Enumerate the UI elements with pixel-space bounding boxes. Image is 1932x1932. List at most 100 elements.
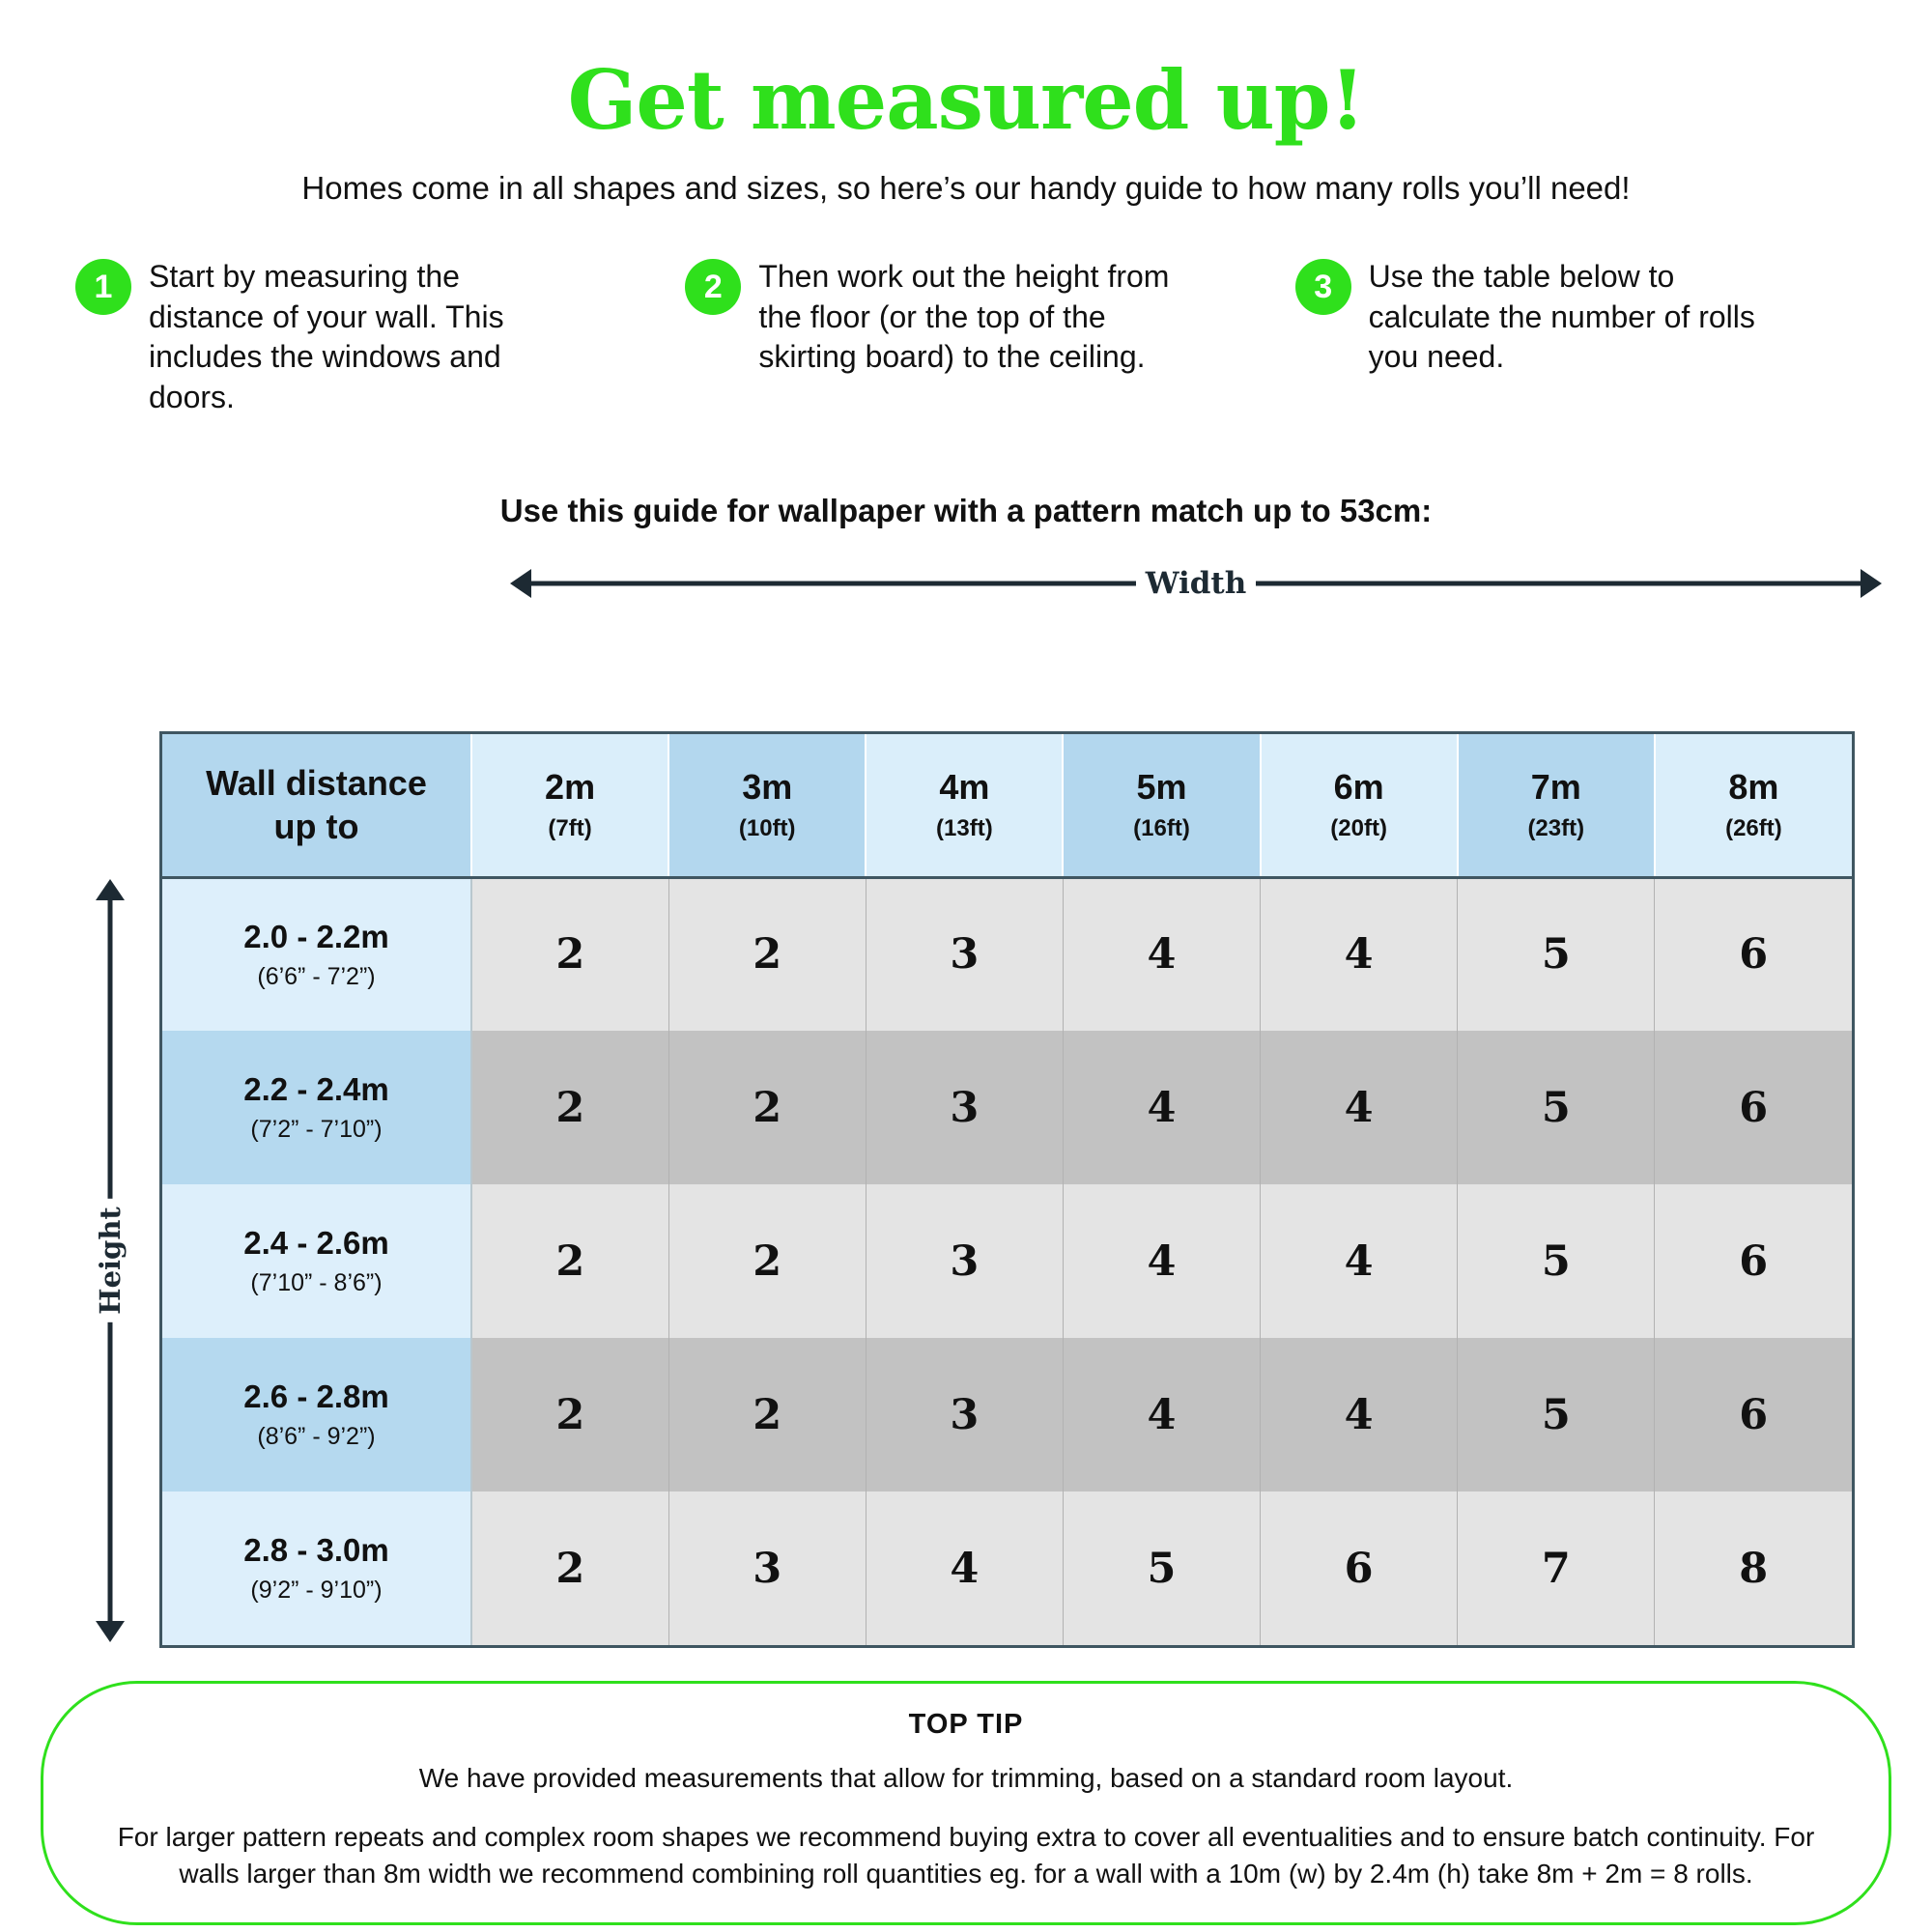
row-header-metric: 2.0 - 2.2m	[243, 918, 389, 954]
column-header-6m: 6m (20ft)	[1260, 734, 1459, 877]
steps-list: 1 Start by measuring the distance of you…	[0, 257, 1932, 417]
arrow-right-icon	[1861, 569, 1882, 599]
cell-r3-c1: 2	[668, 1338, 867, 1492]
cell-r0-c0: 2	[471, 877, 669, 1031]
column-header-imperial: (13ft)	[936, 815, 993, 842]
row-header-imperial: (9’2” - 9’10”)	[250, 1577, 383, 1604]
column-header-metric: 6m	[1333, 767, 1384, 808]
column-header-8m: 8m (26ft)	[1654, 734, 1852, 877]
corner-header-line2: up to	[273, 807, 359, 847]
table-head: Wall distance up to 2m (7ft) 3m (10ft) 4…	[162, 734, 1852, 877]
cell-r2-c2: 3	[866, 1184, 1064, 1338]
cell-r1-c3: 4	[1063, 1031, 1262, 1184]
cell-r4-c5: 7	[1457, 1492, 1656, 1645]
table-row: 2.4 - 2.6m (7’10” - 8’6”) 2 2 3 4 4 5 6	[162, 1184, 1852, 1338]
table-row: 2.8 - 3.0m (9’2” - 9’10”) 2 3 4 5 6 7 8	[162, 1492, 1852, 1645]
cell-r0-c5: 5	[1457, 877, 1656, 1031]
step-number-badge-3: 3	[1294, 259, 1351, 315]
column-header-imperial: (20ft)	[1330, 815, 1387, 842]
column-header-5m: 5m (16ft)	[1063, 734, 1262, 877]
row-header-2.8-3.0m: 2.8 - 3.0m (9’2” - 9’10”)	[162, 1492, 472, 1645]
guide-heading: Use this guide for wallpaper with a patt…	[499, 493, 1433, 529]
cell-r1-c1: 2	[668, 1031, 867, 1184]
row-header-metric: 2.2 - 2.4m	[243, 1071, 389, 1107]
row-header-2.0-2.2m: 2.0 - 2.2m (6’6” - 7’2”)	[162, 877, 472, 1031]
column-header-metric: 3m	[742, 767, 793, 808]
cell-r2-c5: 5	[1457, 1184, 1656, 1338]
width-arrow-icon: Width	[510, 562, 1882, 605]
column-header-2m: 2m (7ft)	[471, 734, 670, 877]
table-corner-header: Wall distance up to	[162, 734, 472, 877]
column-header-metric: 7m	[1530, 767, 1581, 808]
cell-r3-c4: 4	[1260, 1338, 1459, 1492]
cell-r1-c2: 3	[866, 1031, 1064, 1184]
column-header-imperial: (7ft)	[548, 815, 592, 842]
cell-r4-c1: 3	[668, 1492, 867, 1645]
row-header-2.4-2.6m: 2.4 - 2.6m (7’10” - 8’6”)	[162, 1184, 472, 1338]
column-header-metric: 5m	[1136, 767, 1187, 808]
row-header-imperial: (7’10” - 8’6”)	[250, 1269, 383, 1296]
step-text-3: Use the table below to calculate the num…	[1368, 259, 1755, 375]
corner-header-line1: Wall distance	[206, 762, 427, 803]
cell-r2-c3: 4	[1063, 1184, 1262, 1338]
cell-r3-c0: 2	[471, 1338, 669, 1492]
step-item-3: 3 Use the table below to calculate the n…	[1294, 257, 1862, 417]
step-number-badge-1: 1	[75, 259, 131, 315]
column-header-metric: 4m	[939, 767, 990, 808]
row-header-imperial: (7’2” - 7’10”)	[250, 1116, 383, 1143]
page-title: Get measured up!	[567, 52, 1366, 148]
step-text-2: Then work out the height from the floor …	[758, 259, 1170, 375]
cell-r1-c5: 5	[1457, 1031, 1656, 1184]
table-row: 2.2 - 2.4m (7’2” - 7’10”) 2 2 3 4 4 5 6	[162, 1031, 1852, 1184]
table-body: 2.0 - 2.2m (6’6” - 7’2”) 2 2 3 4 4 5 6 2…	[162, 877, 1852, 1645]
top-tip-title: TOP TIP	[908, 1709, 1024, 1740]
column-header-imperial: (10ft)	[738, 815, 796, 842]
cell-r1-c4: 4	[1260, 1031, 1459, 1184]
cell-r1-c0: 2	[471, 1031, 669, 1184]
cell-r0-c2: 3	[866, 877, 1064, 1031]
cell-r2-c6: 6	[1654, 1184, 1852, 1338]
row-header-metric: 2.6 - 2.8m	[243, 1378, 389, 1414]
top-tip-line-2: For larger pattern repeats and complex r…	[117, 1821, 1815, 1889]
row-header-2.2-2.4m: 2.2 - 2.4m (7’2” - 7’10”)	[162, 1031, 472, 1184]
cell-r0-c1: 2	[668, 877, 867, 1031]
page-subtitle: Homes come in all shapes and sizes, so h…	[301, 170, 1631, 206]
cell-r3-c2: 3	[866, 1338, 1064, 1492]
step-item-1: 1 Start by measuring the distance of you…	[75, 257, 642, 417]
cell-r0-c4: 4	[1260, 877, 1459, 1031]
column-header-imperial: (26ft)	[1725, 815, 1782, 842]
column-header-metric: 2m	[545, 767, 596, 808]
infographic-page: Get measured up! Homes come in all shape…	[0, 60, 1932, 1932]
cell-r0-c6: 6	[1654, 877, 1852, 1031]
table-row: 2.6 - 2.8m (8’6” - 9’2”) 2 2 3 4 4 5 6	[162, 1338, 1852, 1492]
top-tip-line-1: We have provided measurements that allow…	[418, 1763, 1514, 1793]
height-axis: Height	[75, 879, 145, 1642]
width-axis-label: Width	[1135, 566, 1257, 602]
column-header-metric: 8m	[1728, 767, 1779, 808]
cell-r4-c3: 5	[1063, 1492, 1262, 1645]
cell-r4-c2: 4	[866, 1492, 1064, 1645]
row-header-imperial: (8’6” - 9’2”)	[257, 1423, 376, 1450]
table-row: 2.0 - 2.2m (6’6” - 7’2”) 2 2 3 4 4 5 6	[162, 877, 1852, 1031]
arrow-down-icon	[96, 1621, 125, 1642]
column-header-imperial: (16ft)	[1133, 815, 1190, 842]
cell-r2-c0: 2	[471, 1184, 669, 1338]
cell-r0-c3: 4	[1063, 877, 1262, 1031]
step-item-2: 2 Then work out the height from the floo…	[685, 257, 1252, 417]
column-header-3m: 3m (10ft)	[668, 734, 867, 877]
cell-r2-c1: 2	[668, 1184, 867, 1338]
column-header-4m: 4m (13ft)	[866, 734, 1065, 877]
cell-r3-c3: 4	[1063, 1338, 1262, 1492]
cell-r4-c4: 6	[1260, 1492, 1459, 1645]
rolls-table: Wall distance up to 2m (7ft) 3m (10ft) 4…	[162, 734, 1852, 1645]
row-header-metric: 2.8 - 3.0m	[243, 1532, 389, 1568]
step-number-badge-2: 2	[685, 259, 742, 315]
top-tip-callout: TOP TIP We have provided measurements th…	[41, 1681, 1891, 1925]
row-header-metric: 2.4 - 2.6m	[243, 1225, 389, 1261]
row-header-2.6-2.8m: 2.6 - 2.8m (8’6” - 9’2”)	[162, 1338, 472, 1492]
rolls-table-container: Wall distance up to 2m (7ft) 3m (10ft) 4…	[159, 731, 1855, 1648]
height-axis-label: Height	[88, 1199, 132, 1322]
width-axis: Width	[0, 562, 1932, 605]
step-text-1: Start by measuring the distance of your …	[149, 259, 504, 414]
cell-r4-c6: 8	[1654, 1492, 1852, 1645]
